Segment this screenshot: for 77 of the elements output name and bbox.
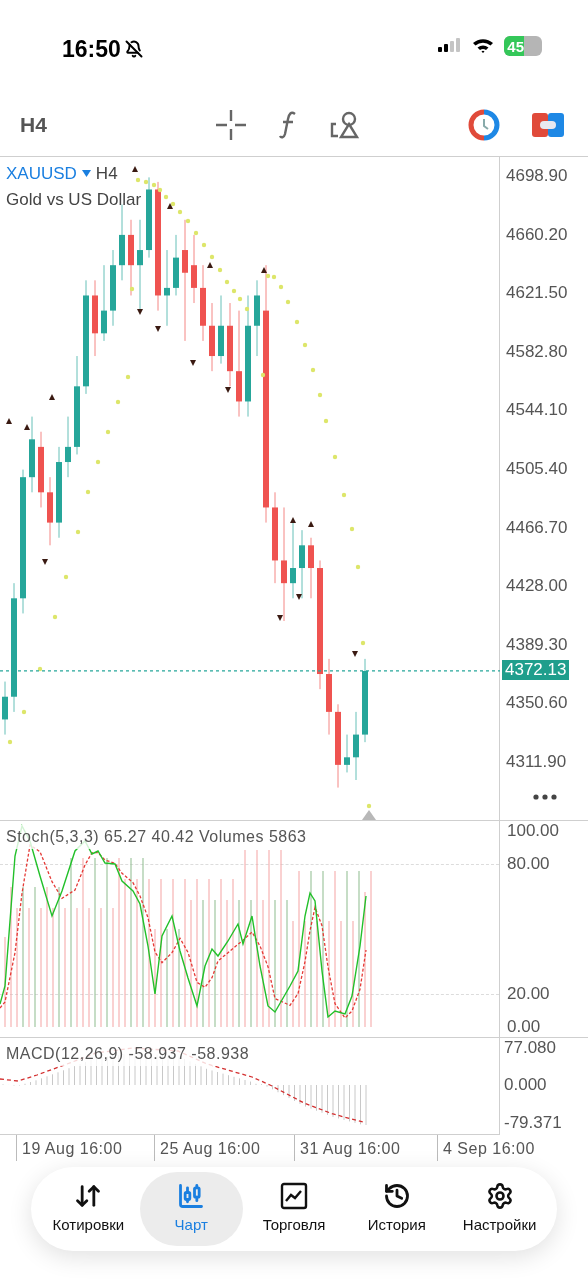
nav-tab[interactable]: Котировки	[37, 1172, 140, 1246]
function-icon[interactable]	[278, 110, 298, 140]
stochastic-axis-label: 100.00	[507, 821, 559, 841]
stochastic-axis-label: 80.00	[507, 854, 550, 874]
time-axis-label: 31 Aug 16:00	[294, 1135, 401, 1161]
nav-tab[interactable]: История	[345, 1172, 449, 1246]
stochastic-axis-label: 20.00	[507, 984, 550, 1004]
candlestick	[218, 294, 224, 365]
fractal-up-marker	[167, 203, 173, 209]
scroll-marker-icon	[362, 810, 376, 820]
fractal-up-marker	[6, 418, 12, 424]
price-axis-label: 4698.90	[506, 166, 568, 186]
fractal-up-marker	[24, 424, 30, 430]
macd-axis-label: -79.371	[504, 1113, 562, 1133]
bell-off-icon	[124, 40, 143, 59]
wifi-icon	[472, 38, 494, 54]
candlestick	[308, 537, 314, 599]
nav-tab[interactable]: Настройки	[448, 1172, 551, 1246]
candlestick	[65, 416, 71, 478]
candlestick	[47, 476, 53, 546]
crosshair-icon[interactable]	[216, 110, 246, 140]
fractal-down-marker	[137, 309, 143, 315]
price-axis-label: 4428.00	[506, 576, 568, 597]
fractal-down-marker	[277, 615, 283, 621]
fractal-up-marker	[49, 394, 55, 400]
nav-tab[interactable]: Торговля	[242, 1172, 346, 1246]
price-axis-label: 4350.60	[506, 693, 568, 714]
fractal-up-marker	[290, 517, 296, 523]
current-price-label: 4372.13	[502, 660, 570, 680]
fractal-down-marker	[42, 559, 48, 565]
clock-ring-icon[interactable]	[468, 109, 500, 141]
settings-icon	[485, 1181, 514, 1210]
candlestick	[191, 234, 197, 304]
stochastic-axis-label: 0.00	[507, 1017, 541, 1037]
price-axis-label: 4660.20	[506, 224, 568, 245]
candlestick	[344, 734, 350, 773]
chart-timeframe: H4	[95, 163, 118, 185]
candlestick-icon	[177, 1181, 206, 1210]
fractal-up-marker	[261, 267, 267, 273]
shapes-icon[interactable]	[330, 110, 360, 140]
candlestick	[173, 234, 179, 296]
time-axis-label: 25 Aug 16:00	[154, 1135, 261, 1161]
fractal-down-marker	[155, 326, 161, 332]
account-toggle-icon[interactable]	[532, 112, 564, 138]
price-axis-label: 4544.10	[506, 400, 568, 421]
price-axis-label: 4389.30	[506, 634, 568, 655]
macd-axis-label: 77.080	[504, 1038, 556, 1058]
fractal-down-marker	[225, 387, 231, 393]
price-axis-label: 4311.90	[506, 752, 567, 772]
macd-axis-label: 0.000	[504, 1075, 547, 1095]
time-axis-label: 19 Aug 16:00	[16, 1135, 123, 1161]
status-time: 16:50	[62, 35, 121, 64]
symbol-description: Gold vs US Dollar	[6, 188, 142, 211]
fractal-up-marker	[308, 521, 314, 527]
symbol-name[interactable]: XAUUSD	[6, 161, 77, 187]
more-icon[interactable]	[533, 794, 557, 800]
time-axis-label: 4 Sep 16:00	[437, 1135, 535, 1161]
stochastic-legend: Stoch(5,3,3) 65.27 40.42 Volumes 5863	[6, 825, 307, 849]
fractal-down-marker	[190, 360, 196, 366]
price-axis-label: 4621.50	[506, 283, 568, 304]
price-axis-label: 4505.40	[506, 459, 568, 479]
dropdown-caret-icon[interactable]	[81, 170, 91, 178]
line-chart-icon	[280, 1181, 308, 1210]
timeframe-button[interactable]: H4	[20, 109, 200, 141]
candlestick	[2, 681, 8, 736]
signal-icon	[438, 38, 462, 54]
battery-indicator: 45	[504, 36, 542, 56]
fractal-up-marker	[132, 166, 138, 172]
history-icon	[382, 1181, 411, 1210]
candlestick	[299, 529, 305, 599]
fractal-down-marker	[352, 651, 358, 657]
price-axis-label: 4582.80	[506, 341, 568, 362]
candlestick	[209, 302, 215, 372]
fractal-up-marker	[207, 262, 213, 268]
fractal-down-marker	[296, 594, 302, 600]
price-axis-label: 4466.70	[506, 517, 568, 538]
candlestick	[353, 711, 359, 781]
